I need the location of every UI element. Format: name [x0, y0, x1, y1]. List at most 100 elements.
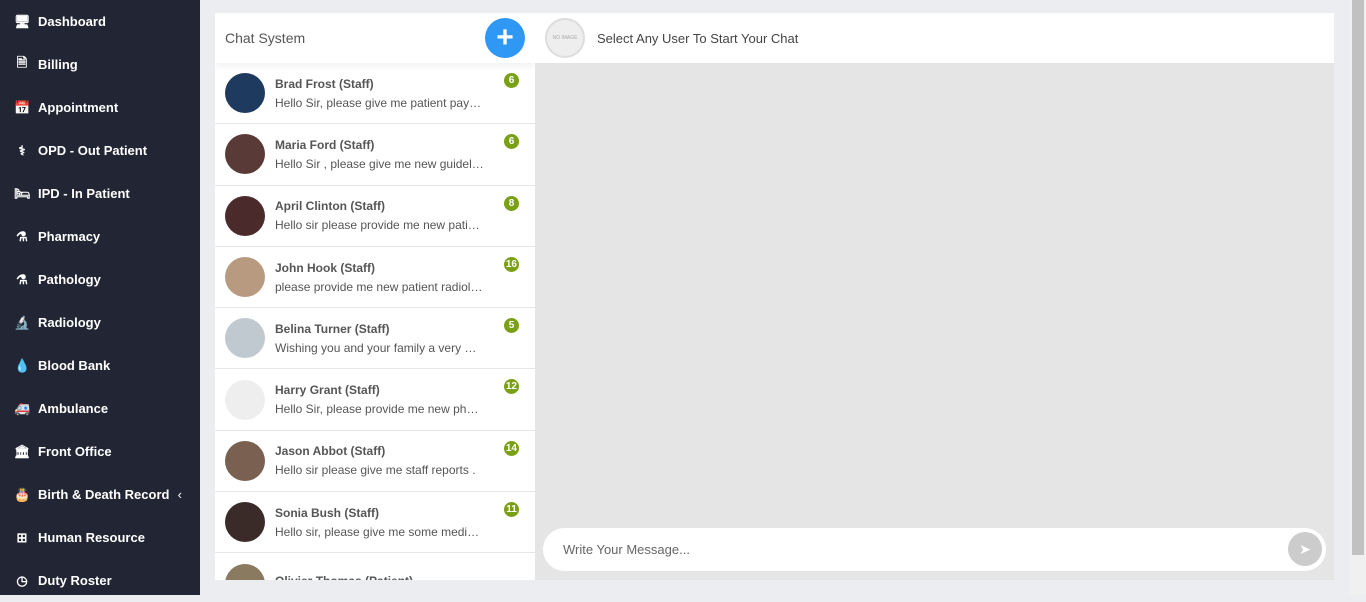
contact-list-item[interactable]: Sonia Bush (Staff) Hello sir, please give…	[215, 492, 535, 554]
send-button[interactable]: ➤	[1288, 532, 1322, 566]
unread-badge: 12	[503, 379, 519, 395]
unread-badge: 6	[504, 134, 519, 150]
plus-icon: +	[496, 21, 514, 54]
contact-name: Jason Abbot (Staff)	[275, 444, 386, 459]
unread-badge: 11	[504, 502, 519, 518]
scrollbar[interactable]	[1350, 0, 1366, 595]
sidebar-item-billing[interactable]: 🗎 Billing	[0, 43, 200, 86]
sidebar-item-label: Birth & Death Record	[38, 487, 170, 502]
avatar	[225, 440, 265, 481]
sidebar-item-label: Ambulance	[38, 401, 109, 416]
sidebar-item-label: Pharmacy	[38, 229, 101, 244]
avatar	[225, 195, 265, 236]
last-message: Wishing you and your family a very Happy…	[275, 340, 485, 355]
sidebar: 🖥 Dashboard 🗎 Billing 📅 Appointment ⚕ OPD - Out…	[0, 0, 200, 595]
chat-list-title: Chat System	[225, 30, 306, 46]
chat-header: NO IMAGE Select Any User To Start Your C…	[535, 13, 1334, 63]
microscope-icon: 🔬	[14, 314, 31, 330]
avatar	[225, 257, 265, 298]
sidebar-item-ambulance[interactable]: 🚑 Ambulance	[0, 387, 200, 430]
avatar	[225, 502, 265, 543]
chat-panel: NO IMAGE Select Any User To Start Your C…	[535, 13, 1334, 580]
unread-badge: 6	[504, 73, 519, 88]
sidebar-item-label: Dashboard	[38, 14, 106, 29]
avatar-placeholder: NO IMAGE	[545, 18, 585, 58]
contact-name: Sonia Bush (Staff)	[275, 505, 379, 520]
chat-contact-list: Chat System + Brad Frost (Staff) Hello Si…	[215, 13, 535, 580]
sidebar-item-label: Radiology	[38, 315, 101, 330]
chat-list-header: Chat System +	[215, 13, 535, 63]
sidebar-item-radiology[interactable]: 🔬 Radiology	[0, 301, 200, 344]
avatar	[225, 318, 265, 359]
unread-badge: 8	[504, 195, 519, 211]
sidebar-item-label: Duty Roster	[38, 573, 112, 588]
sidebar-item-duty-roster[interactable]: ◷ Duty Roster	[0, 559, 200, 602]
contact-name: Brad Frost (Staff)	[275, 76, 374, 91]
sitemap-icon: ⊞	[16, 529, 28, 545]
tint-icon: 💧	[14, 357, 31, 373]
contact-name: April Clinton (Staff)	[275, 199, 385, 214]
sidebar-item-dashboard[interactable]: 🖥 Dashboard	[0, 0, 200, 43]
building-icon: 🏛	[14, 443, 31, 459]
chat-header-text: Select Any User To Start Your Chat	[597, 30, 799, 46]
contact-list-item[interactable]: Belina Turner (Staff) Wishing you and you…	[215, 308, 535, 370]
bed-icon: 🛏	[14, 185, 31, 201]
last-message: please provide me new patient radiology …	[275, 279, 485, 294]
contact-list-item[interactable]: Brad Frost (Staff) Hello Sir, please give…	[215, 63, 535, 125]
sidebar-item-birth-death-record[interactable]: 🎂 Birth & Death Record ‹	[0, 473, 200, 516]
monitor-icon: 🖥	[14, 13, 31, 29]
mortar-pestle-icon: ⚗	[16, 228, 28, 244]
sidebar-item-ipd-in-patient[interactable]: 🛏 IPD - In Patient	[0, 172, 200, 215]
file-icon: 🗎	[16, 54, 28, 70]
sidebar-item-blood-bank[interactable]: 💧 Blood Bank	[0, 344, 200, 387]
sidebar-item-pharmacy[interactable]: ⚗ Pharmacy	[0, 215, 200, 258]
last-message: Hello sir please provide me new patient …	[275, 218, 485, 233]
message-input[interactable]: Write Your Message... ➤	[543, 528, 1326, 571]
contact-name: Belina Turner (Staff)	[275, 321, 390, 336]
avatar	[225, 134, 265, 175]
calendar-check-icon: 📅	[14, 99, 31, 115]
sidebar-item-label: IPD - In Patient	[38, 186, 130, 201]
unread-badge: 14	[503, 440, 519, 456]
sidebar-item-pathology[interactable]: ⚗ Pathology	[0, 258, 200, 301]
avatar	[225, 73, 265, 114]
avatar	[225, 379, 265, 420]
sidebar-item-label: OPD - Out Patient	[38, 143, 148, 158]
contact-name: Harry Grant (Staff)	[275, 383, 380, 398]
sidebar-item-label: Human Resource	[38, 530, 145, 545]
paper-plane-icon: ➤	[1299, 541, 1311, 557]
sidebar-item-human-resource[interactable]: ⊞ Human Resource	[0, 516, 200, 559]
sidebar-item-label: Front Office	[38, 444, 112, 459]
contact-list-item[interactable]: Jason Abbot (Staff) Hello sir please give…	[215, 431, 535, 493]
avatar	[225, 563, 265, 580]
sidebar-item-label: Billing	[38, 57, 78, 72]
contact-list-item[interactable]: Harry Grant (Staff) Hello Sir, please pro…	[215, 369, 535, 431]
ambulance-icon: 🚑	[14, 400, 31, 416]
last-message: Hello sir, please give me some medicine …	[275, 524, 485, 539]
message-placeholder: Write Your Message...	[563, 542, 690, 557]
stethoscope-icon: ⚕	[18, 142, 26, 158]
contact-list-item[interactable]: Olivier Thomas (Patient)	[215, 553, 535, 580]
sidebar-item-label: Pathology	[38, 272, 101, 287]
last-message: Hello sir please give me staff reports .	[275, 463, 476, 478]
flask-icon: ⚗	[16, 271, 28, 287]
contact-list-item[interactable]: John Hook (Staff) please provide me new p…	[215, 247, 535, 309]
contact-list-item[interactable]: Maria Ford (Staff) Hello Sir , please giv…	[215, 124, 535, 186]
sidebar-item-opd-out-patient[interactable]: ⚕ OPD - Out Patient	[0, 129, 200, 172]
birthday-cake-icon: 🎂	[14, 486, 31, 502]
sidebar-item-label: Appointment	[38, 100, 119, 115]
contact-list-item[interactable]: April Clinton (Staff) Hello sir please pr…	[215, 186, 535, 247]
sidebar-item-front-office[interactable]: 🏛 Front Office	[0, 430, 200, 473]
chevron-left-icon: ‹	[177, 487, 182, 502]
new-chat-button[interactable]: +	[485, 18, 525, 58]
unread-badge: 16	[503, 256, 519, 272]
contact-name: John Hook (Staff)	[275, 260, 375, 275]
last-message: Hello Sir , please give me new guideline	[275, 156, 485, 171]
contact-name: Maria Ford (Staff)	[275, 137, 375, 152]
sidebar-item-appointment[interactable]: 📅 Appointment	[0, 86, 200, 129]
scrollbar-thumb[interactable]	[1352, 0, 1364, 555]
clock-icon: ◷	[16, 572, 28, 588]
last-message: Hello Sir, please give me patient paymen…	[275, 95, 485, 110]
sidebar-item-label: Blood Bank	[38, 358, 111, 373]
unread-badge: 5	[504, 318, 519, 334]
